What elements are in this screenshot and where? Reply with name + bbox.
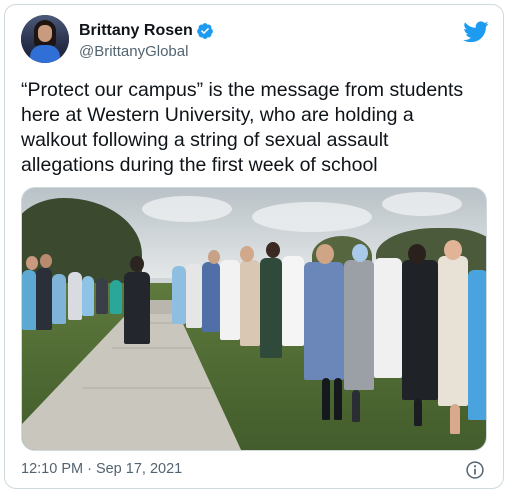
- author-display-name[interactable]: Brittany Rosen: [79, 22, 193, 40]
- tweet-header: Brittany Rosen @BrittanyGlobal: [21, 15, 489, 67]
- info-icon[interactable]: [465, 460, 485, 480]
- author-name-row[interactable]: Brittany Rosen: [79, 21, 214, 41]
- tweet-text: “Protect our campus” is the message from…: [21, 78, 493, 178]
- tweet-text-line: allegations during the first week of sch…: [21, 154, 378, 176]
- tweet-text-line: here at Western University, who are hold…: [21, 104, 414, 126]
- avatar[interactable]: [21, 15, 69, 63]
- tweet-timestamp[interactable]: 12:10 PM · Sep 17, 2021: [21, 461, 182, 477]
- tweet-photo[interactable]: [21, 187, 487, 451]
- crowd: [22, 240, 486, 450]
- twitter-bird-icon[interactable]: [463, 21, 489, 43]
- author-handle[interactable]: @BrittanyGlobal: [79, 43, 188, 60]
- tweet-text-line: “Protect our campus” is the message from…: [21, 79, 464, 101]
- tweet-card: Brittany Rosen @BrittanyGlobal “Protect …: [4, 4, 504, 489]
- verified-badge-icon: [196, 23, 213, 39]
- tweet-text-line: walkout following a string of sexual ass…: [21, 129, 389, 151]
